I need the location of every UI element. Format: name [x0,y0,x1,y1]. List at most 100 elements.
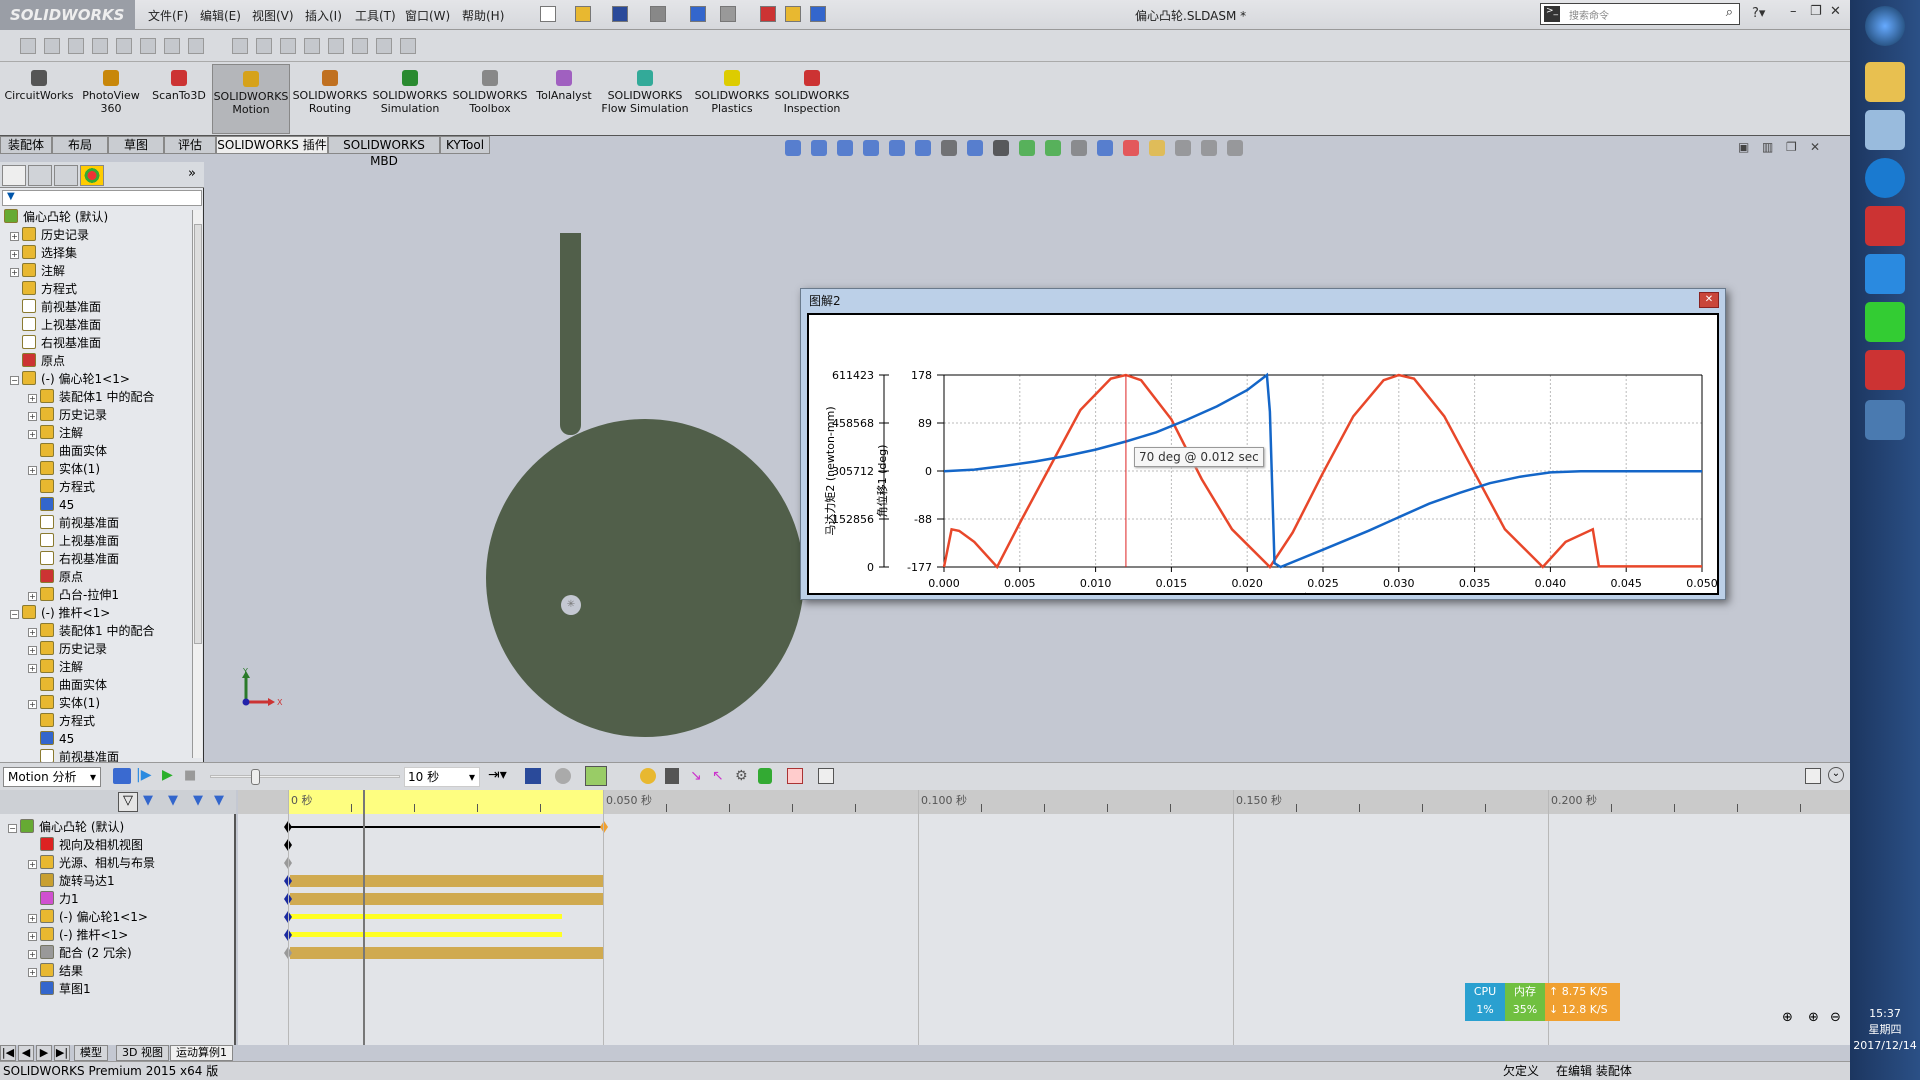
view-tool-icon[interactable] [915,140,931,156]
view-tool-icon[interactable] [967,140,983,156]
eccentric-cam[interactable] [486,419,804,737]
quick-access-icon[interactable] [720,6,736,22]
expand-icon[interactable]: + [28,914,37,923]
time-bar[interactable] [363,790,365,1045]
tree-item[interactable]: + 历史记录 [10,226,89,244]
sketch-tool-icon[interactable] [164,38,180,54]
tree-item[interactable]: + 历史记录 [28,406,107,424]
tree-item[interactable]: 曲面实体 [28,676,107,694]
play-icon[interactable]: ▶ [162,767,173,783]
sketch-tool-icon[interactable] [352,38,368,54]
tab-6[interactable]: KYTool [440,136,490,154]
expand-icon[interactable]: + [28,860,37,869]
tree-item[interactable]: − (-) 偏心轮1<1> [10,370,130,388]
quick-access-icon[interactable] [650,6,666,22]
tree-item[interactable]: 前视基准面 [10,298,101,316]
command-solidworks-inspection[interactable]: SOLIDWORKS Inspection [772,64,852,134]
tree-item[interactable]: 上视基准面 [28,532,119,550]
media-player-icon[interactable] [1865,302,1905,342]
tree-item[interactable]: 方程式 [28,712,95,730]
feature-tree-scrollbar[interactable] [192,210,202,758]
sketch-tool-icon[interactable] [376,38,392,54]
plot-window[interactable]: 图解2 ✕ 0.000 0.005 0.010 0.015 0.020 0.025 0.03… [800,288,1726,600]
command-circuitworks[interactable]: CircuitWorks [2,64,76,134]
sketch-tool-icon[interactable] [280,38,296,54]
quick-access-icon[interactable] [540,6,556,22]
sketch-tool-icon[interactable] [44,38,60,54]
view-tool-icon[interactable] [1097,140,1113,156]
tab-1[interactable]: 布局 [52,136,108,154]
expand-icon[interactable]: + [28,932,37,941]
expand-icon[interactable]: + [28,466,37,475]
view-tool-icon[interactable] [1123,140,1139,156]
tab-nav-icon[interactable]: ▶| [54,1045,70,1061]
sketch-tool-icon[interactable] [140,38,156,54]
autokey-icon[interactable] [585,766,607,786]
expand-icon[interactable]: + [10,268,19,277]
plot-area[interactable]: 0.000 0.005 0.010 0.015 0.020 0.025 0.030 0.035… [807,313,1719,595]
tree-item[interactable]: 上视基准面 [10,316,101,334]
minimize-button[interactable]: – [1790,4,1797,19]
animation-wizard-icon[interactable] [555,768,571,784]
stop-icon[interactable]: ■ [184,768,196,783]
menu-item[interactable]: 视图(V) [252,7,294,24]
view-tool-icon[interactable] [1045,140,1061,156]
tree-item[interactable]: 原点 [10,352,65,370]
follower-rod[interactable] [560,233,581,435]
close-plot-button[interactable]: ✕ [1699,292,1719,308]
tree-item[interactable]: 方程式 [28,478,95,496]
view-tool-icon[interactable] [837,140,853,156]
motor-tool-icon[interactable] [640,768,656,784]
command-solidworks-flow-simulation[interactable]: SOLIDWORKS Flow Simulation [598,64,692,134]
end-key-point[interactable] [600,821,608,833]
sketch-tool-icon[interactable] [328,38,344,54]
calculate-icon[interactable] [113,768,131,784]
play-from-start-icon[interactable]: |▶ [136,767,151,783]
menu-item[interactable]: 帮助(H) [462,7,504,24]
collapse-motion-manager-icon[interactable]: ⌄ [1828,767,1844,783]
browser-icon[interactable] [1865,158,1905,198]
quick-access-icon[interactable] [575,6,591,22]
restore-button[interactable]: ❐ [1810,4,1822,19]
view-tool-icon[interactable] [785,140,801,156]
menu-item[interactable]: 编辑(E) [200,7,241,24]
save-animation-icon[interactable] [525,768,541,784]
sketch-tool-icon[interactable] [304,38,320,54]
filter-all-icon[interactable]: ▽ [118,792,138,812]
tile-icon[interactable]: ▣ [1738,140,1749,154]
gravity-tool-icon[interactable] [758,768,772,784]
quick-access-icon[interactable] [612,6,628,22]
view-tool-icon[interactable] [993,140,1009,156]
system-clock[interactable]: 15:37 星期四 2017/12/14 [1850,1006,1920,1054]
restore-view-icon[interactable]: ❐ [1786,140,1797,154]
quick-access-icon[interactable] [785,6,801,22]
expand-panel-icon[interactable]: » [188,166,196,181]
layout-toggle-icon[interactable] [1805,768,1821,784]
timeline-ruler[interactable]: 0 秒 0.050 秒 0.100 秒 0.150 秒 0.200 秒 [238,790,1850,814]
filter-selected-icon[interactable]: ▼ [193,793,203,808]
tab-5[interactable]: SOLIDWORKS MBD [328,136,440,168]
expand-icon[interactable]: + [28,968,37,977]
tree-item[interactable]: + 实体(1) [28,694,100,712]
tree-item[interactable]: 前视基准面 [28,514,119,532]
zoom-to-fit-timeline-icon[interactable]: ⊕ [1808,1010,1819,1025]
damper-tool-icon[interactable]: ↖ [712,768,724,784]
tab-3[interactable]: 评估 [164,136,216,154]
motion-tree-item[interactable]: 视向及相机视图 [28,836,143,854]
zoom-in-timeline-icon[interactable]: ⊕ [1782,1010,1793,1025]
command-search-input[interactable]: >_ 搜索命令 ⌕ [1540,3,1740,25]
bottom-tab-1[interactable]: 3D 视图 [116,1045,169,1061]
search-icon[interactable]: ⌕ [1726,5,1733,20]
collapse-icon[interactable]: − [10,376,19,385]
command-scanto3d[interactable]: ScanTo3D [146,64,212,134]
motion-tree-item[interactable]: − 偏心凸轮 (默认) [8,818,124,836]
tree-item[interactable]: + 凸台-拉伸1 [28,586,119,604]
feature-filter-input[interactable]: ▼ [2,190,202,206]
file-explorer-icon[interactable] [1865,62,1905,102]
motion-tree-item[interactable]: + 配合 (2 冗余) [28,944,132,962]
tree-item[interactable]: + 装配体1 中的配合 [28,388,154,406]
command-solidworks-routing[interactable]: SOLIDWORKS Routing [290,64,370,134]
collapse-icon[interactable]: − [8,824,17,833]
expand-icon[interactable]: + [28,628,37,637]
zoom-out-timeline-icon[interactable]: ⊖ [1830,1010,1841,1025]
